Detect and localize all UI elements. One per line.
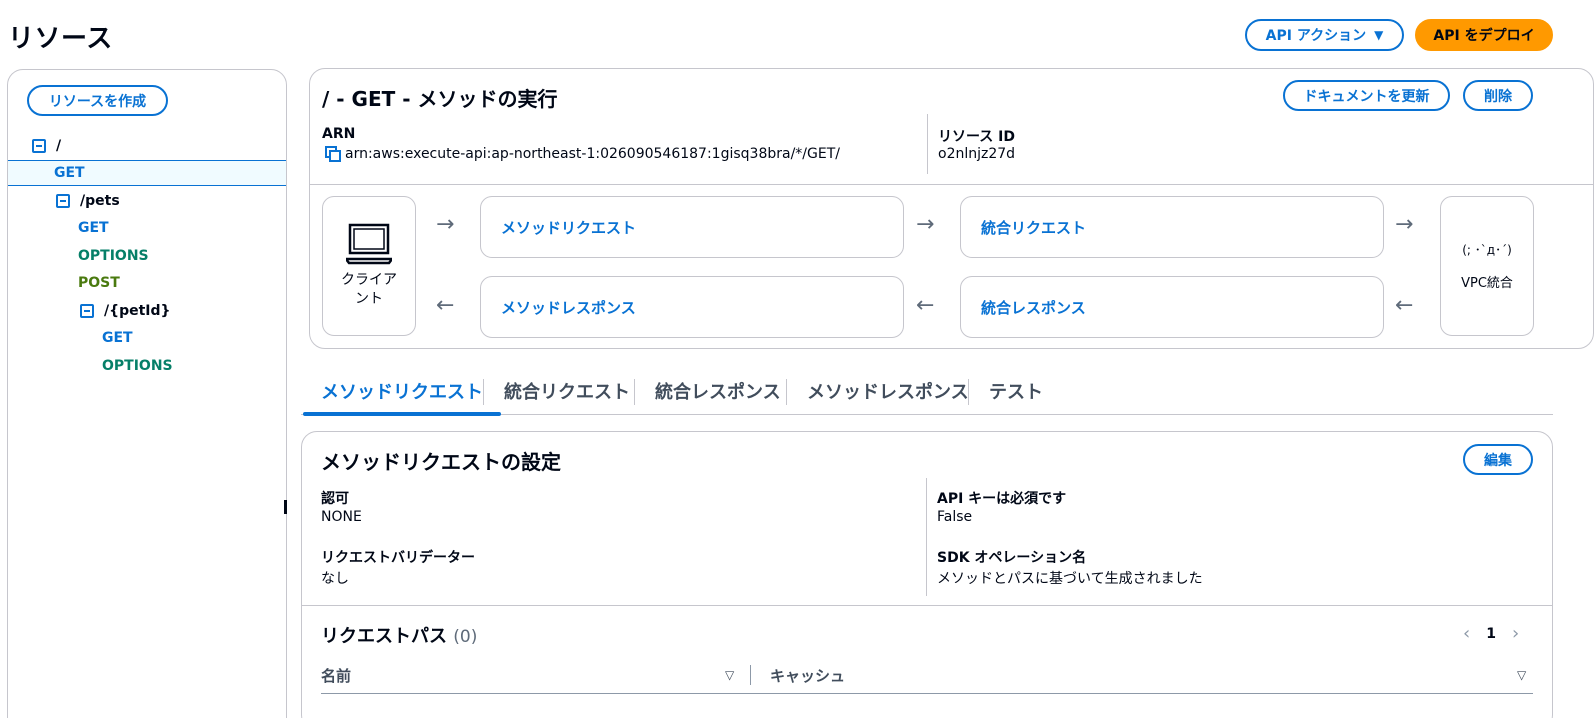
settings-title: メソッドリクエストの設定 <box>321 450 561 474</box>
method-request-settings-panel: メソッドリクエストの設定 編集 認可 NONE リクエストバリデーター なし A… <box>301 431 1553 718</box>
delete-button[interactable]: 削除 <box>1463 80 1533 111</box>
method-title: / - GET - メソッドの実行 <box>322 87 558 111</box>
tree-node-label: GET <box>102 330 133 346</box>
page-number[interactable]: 1 <box>1486 626 1496 642</box>
sdk-label: SDK オペレーション名 <box>937 550 1087 566</box>
arrow-left-icon: ← <box>436 293 455 318</box>
chevron-left-icon[interactable]: ‹ <box>1463 623 1470 644</box>
method-execution-panel: / - GET - メソッドの実行 ドキュメントを更新 削除 ARN arn:a… <box>309 68 1594 349</box>
validator-value: なし <box>321 571 349 587</box>
tree-node-get-root[interactable]: GET <box>8 160 286 186</box>
tab-divider <box>968 379 969 405</box>
tab-divider <box>634 379 635 405</box>
integration-response-box[interactable]: 統合レスポンス <box>960 276 1384 338</box>
vpc-face: (; ･`д･´) <box>1462 243 1512 257</box>
tree-node-label: OPTIONS <box>78 248 149 264</box>
vpc-integration-box: (; ･`д･´) VPC統合 <box>1440 196 1534 336</box>
integration-request-box[interactable]: 統合リクエスト <box>960 196 1384 258</box>
arrow-left-icon: ← <box>916 293 935 318</box>
page-title: リソース <box>8 24 113 54</box>
auth-label: 認可 <box>321 491 349 507</box>
collapse-icon[interactable] <box>32 139 46 153</box>
deploy-api-button[interactable]: API をデプロイ <box>1415 19 1553 51</box>
divider <box>310 184 1593 185</box>
arrow-left-icon: ← <box>1395 293 1414 318</box>
arn-label: ARN <box>322 126 356 142</box>
resource-sidebar: リソースを作成 / GET /pets GET OPTIONS POST /{p… <box>7 69 287 718</box>
chevron-right-icon[interactable]: › <box>1512 623 1519 644</box>
arrow-right-icon: → <box>436 212 455 237</box>
tree-node-label: GET <box>78 220 109 236</box>
pagination: ‹ 1 › <box>1463 623 1519 644</box>
divider <box>926 478 927 596</box>
tab-method-request[interactable]: メソッドリクエスト <box>303 367 501 416</box>
divider <box>302 605 1552 606</box>
client-label: クライアント <box>341 272 397 307</box>
client-box: クライアント <box>322 196 416 336</box>
tab-integration-response[interactable]: 統合レスポンス <box>637 367 799 414</box>
caret-down-icon: ▼ <box>1374 28 1384 42</box>
arrow-right-icon: → <box>1395 212 1414 237</box>
tab-divider <box>786 379 787 405</box>
column-header-cache[interactable]: キャッシュ <box>770 665 845 686</box>
arn-value: arn:aws:execute-api:ap-northeast-1:02609… <box>345 146 840 162</box>
api-key-label: API キーは必須です <box>937 491 1067 507</box>
method-response-box[interactable]: メソッドレスポンス <box>480 276 904 338</box>
api-actions-button[interactable]: API アクション ▼ <box>1245 19 1404 51</box>
tab-divider <box>483 379 484 405</box>
tree-node-label: / <box>56 138 62 154</box>
column-divider <box>750 665 751 685</box>
tree-node-petid-get[interactable]: GET <box>8 325 286 351</box>
collapse-icon[interactable] <box>56 194 70 208</box>
tree-node-pets-post[interactable]: POST <box>8 270 286 296</box>
tree-node-root[interactable]: / <box>8 133 286 159</box>
tree-node-petid-options[interactable]: OPTIONS <box>8 353 286 379</box>
method-tabs: メソッドリクエスト 統合リクエスト 統合レスポンス メソッドレスポンス テスト <box>301 367 1553 416</box>
tree-node-label: /{petId} <box>104 303 171 319</box>
sdk-value: メソッドとパスに基づいて生成されました <box>937 571 1203 587</box>
laptop-icon <box>346 223 392 265</box>
tab-integration-request[interactable]: 統合リクエスト <box>486 367 648 414</box>
tree-node-petid[interactable]: /{petId} <box>8 298 286 324</box>
sort-icon[interactable]: ▽ <box>1517 668 1526 682</box>
update-docs-button[interactable]: ドキュメントを更新 <box>1283 80 1450 111</box>
api-key-value: False <box>937 509 973 525</box>
copy-icon[interactable] <box>325 146 341 162</box>
tree-node-label: GET <box>54 165 85 181</box>
auth-value: NONE <box>321 509 362 525</box>
tree-node-label: /pets <box>80 193 120 209</box>
tree-node-pets-get[interactable]: GET <box>8 215 286 241</box>
tree-node-label: OPTIONS <box>102 358 173 374</box>
validator-label: リクエストバリデーター <box>321 550 475 566</box>
arrow-right-icon: → <box>916 212 935 237</box>
create-resource-button[interactable]: リソースを作成 <box>27 85 168 116</box>
request-paths-title: リクエストパス (0) <box>321 622 477 648</box>
sort-icon[interactable]: ▽ <box>725 668 734 682</box>
vpc-label: VPC統合 <box>1461 276 1513 291</box>
collapse-icon[interactable] <box>80 304 94 318</box>
divider <box>927 114 928 174</box>
resource-id-value: o2nlnjz27d <box>938 146 1016 162</box>
tab-test[interactable]: テスト <box>971 367 1061 414</box>
request-paths-count: (0) <box>453 627 478 647</box>
tree-node-pets-options[interactable]: OPTIONS <box>8 243 286 269</box>
resource-id-label: リソース ID <box>938 129 1016 145</box>
tab-method-response[interactable]: メソッドレスポンス <box>789 367 987 414</box>
divider <box>321 693 1533 694</box>
sidebar-resize-handle[interactable] <box>284 500 287 514</box>
edit-button[interactable]: 編集 <box>1463 444 1533 475</box>
method-request-box[interactable]: メソッドリクエスト <box>480 196 904 258</box>
column-header-name[interactable]: 名前 <box>321 665 351 686</box>
tree-node-label: POST <box>78 275 120 291</box>
request-paths-label: リクエストパス <box>321 626 447 647</box>
tree-node-pets[interactable]: /pets <box>8 188 286 214</box>
api-actions-label: API アクション <box>1265 28 1367 44</box>
